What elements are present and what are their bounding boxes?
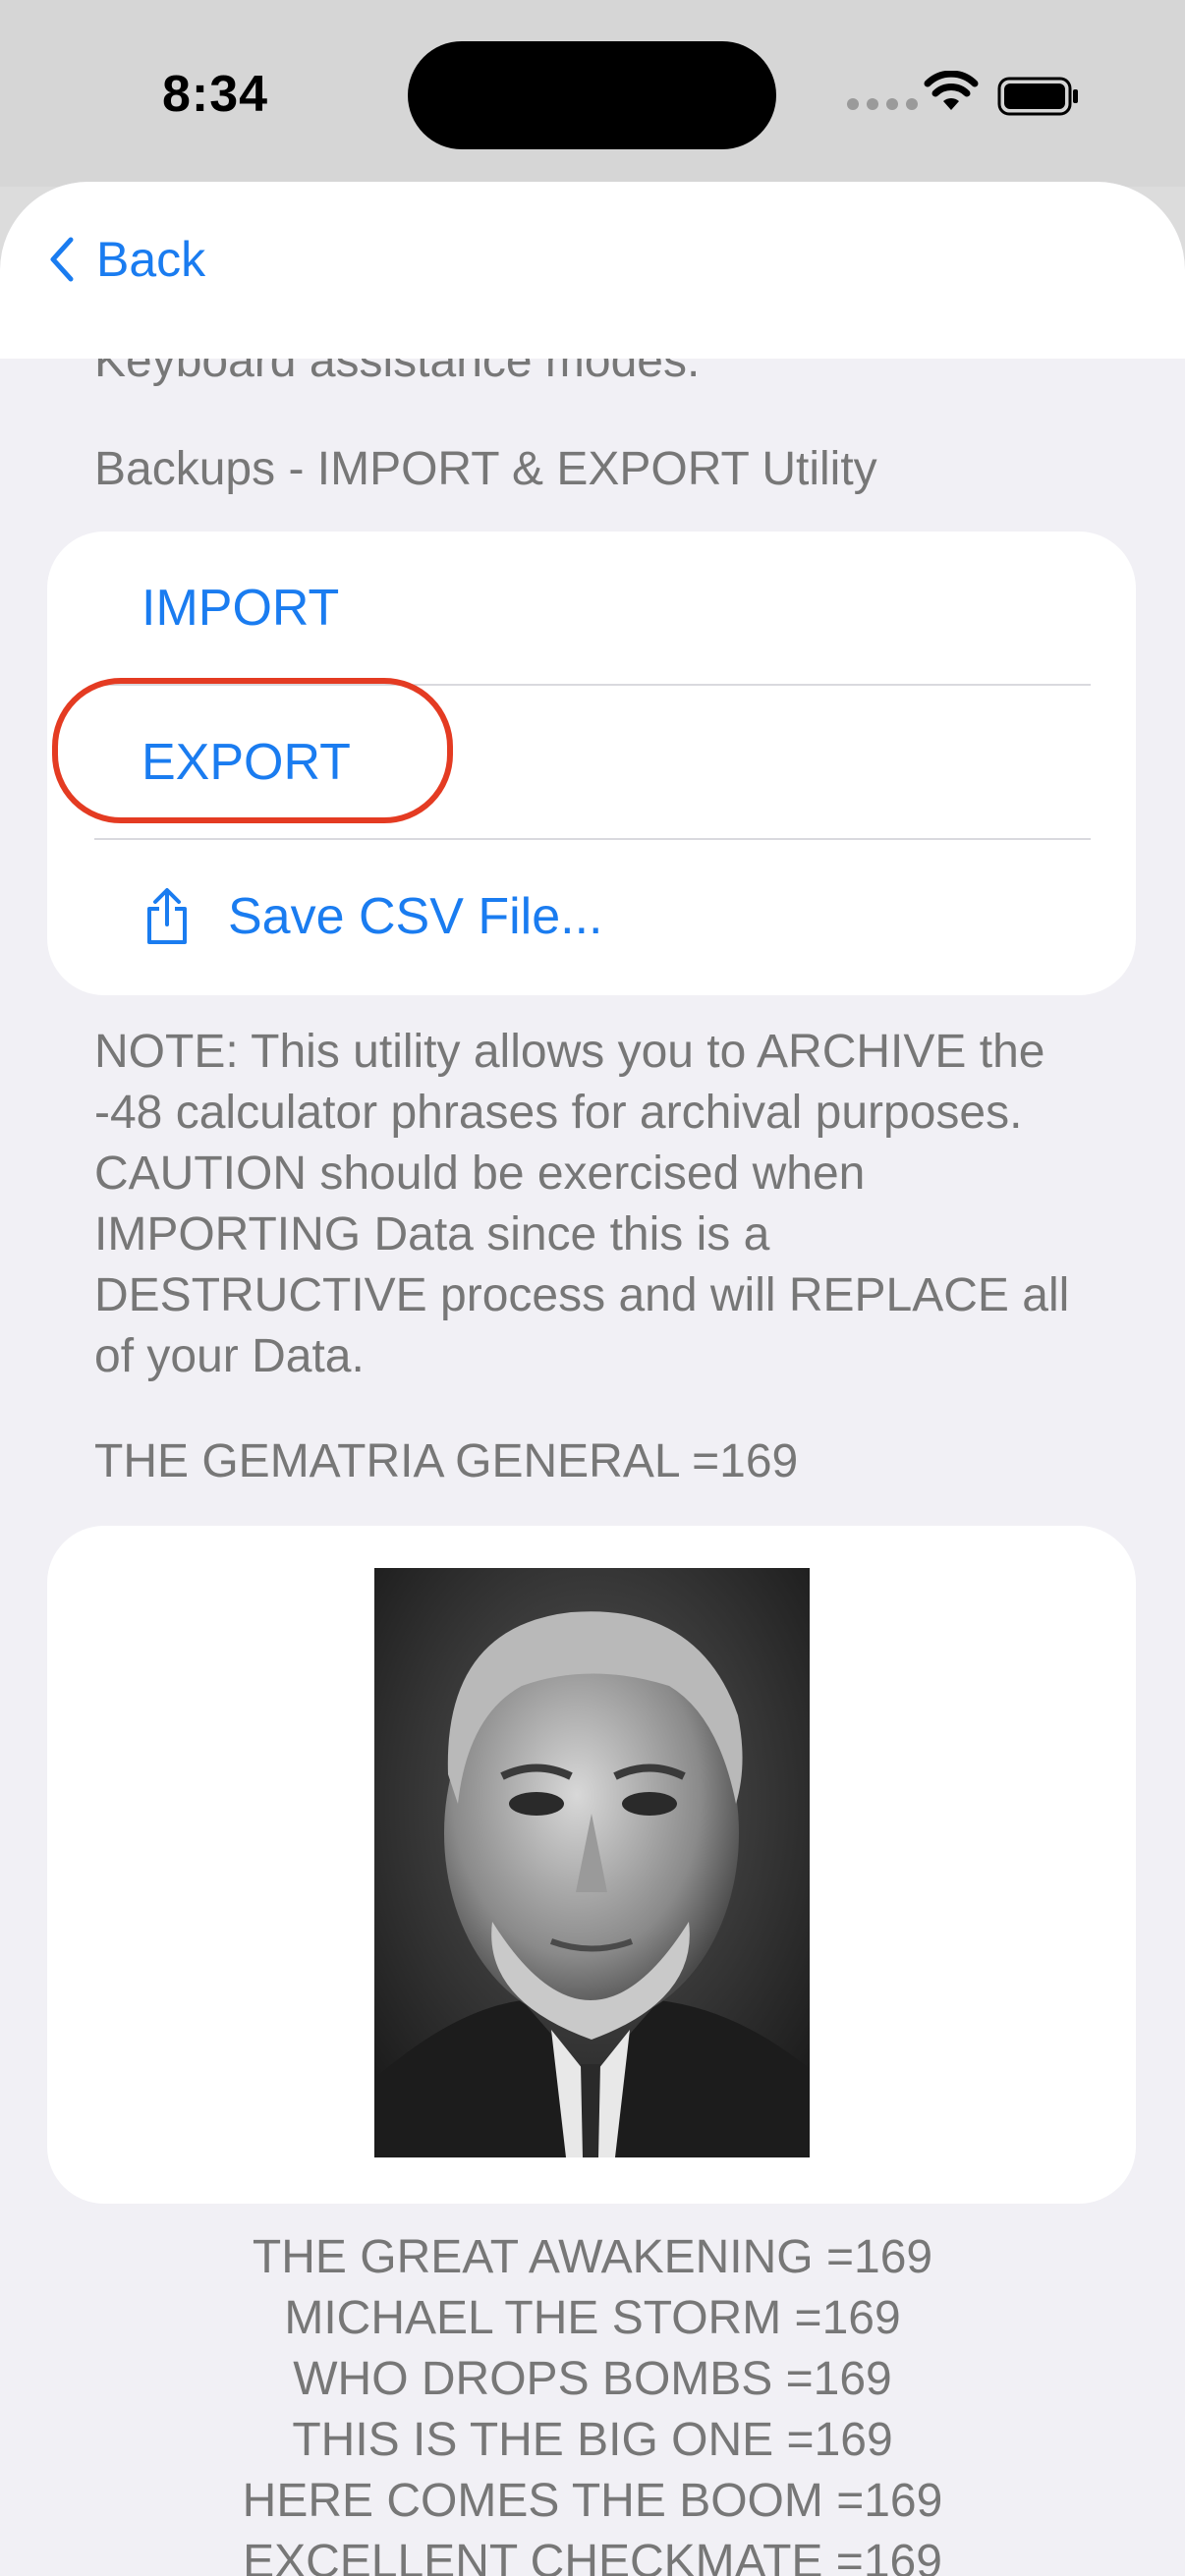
cellular-signal-icon <box>847 98 918 110</box>
import-label: IMPORT <box>141 579 340 637</box>
wifi-icon <box>924 71 979 110</box>
save-csv-button[interactable]: Save CSV File... <box>94 840 1138 992</box>
chevron-left-icon <box>50 237 74 282</box>
gematria-header: THE GEMATRIA GENERAL =169 <box>94 1435 799 1487</box>
back-label: Back <box>96 232 206 287</box>
battery-icon <box>997 77 1078 116</box>
import-button[interactable]: IMPORT <box>94 532 1138 684</box>
portrait-image <box>374 1568 810 2157</box>
save-csv-label: Save CSV File... <box>228 887 603 945</box>
navigation-bar: Back <box>0 182 1185 359</box>
phrase-line: MICHAEL THE STORM =169 <box>284 2292 901 2344</box>
share-icon <box>147 887 187 944</box>
status-time: 8:34 <box>162 66 269 123</box>
section-header: Backups - IMPORT & EXPORT Utility <box>94 443 877 495</box>
phrase-line: HERE COMES THE BOOM =169 <box>242 2475 943 2527</box>
dynamic-island <box>408 41 776 149</box>
phrase-line: THE GREAT AWAKENING =169 <box>252 2231 933 2283</box>
note-text: NOTE: This utility allows you to ARCHIVE… <box>94 1026 1070 1382</box>
modal-sheet: Back Keyboard assistance modes. Backups … <box>0 182 1185 2576</box>
phrase-line: EXCELLENT CHECKMATE =169 <box>243 2536 942 2576</box>
phrase-line: WHO DROPS BOMBS =169 <box>293 2353 892 2405</box>
back-button[interactable]: Back <box>47 231 205 288</box>
portrait-card <box>47 1526 1136 2204</box>
phrase-line: THIS IS THE BIG ONE =169 <box>292 2414 893 2466</box>
status-bar: 8:34 <box>0 0 1185 187</box>
highlight-annotation <box>52 678 453 823</box>
